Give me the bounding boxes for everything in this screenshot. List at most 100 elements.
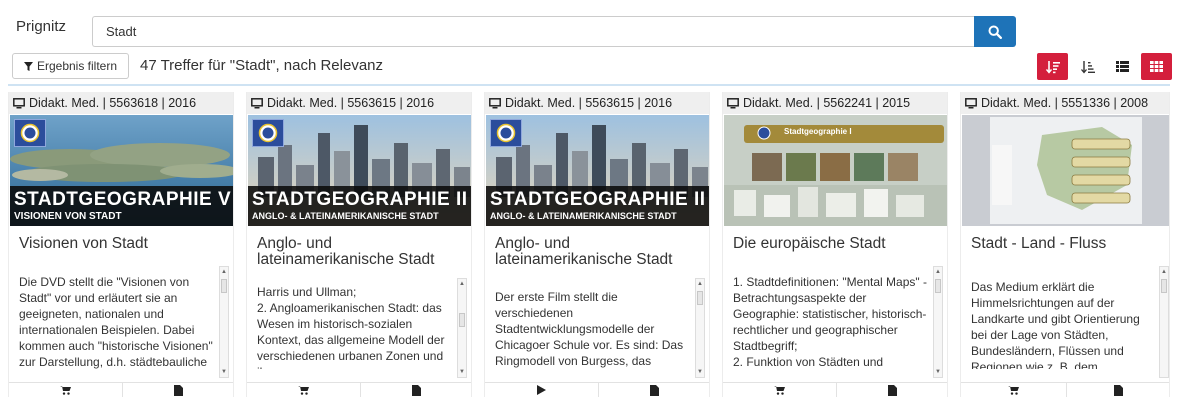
description-scrollbar[interactable]: ▲ ▼ (457, 278, 467, 378)
card-description: Das Medium erklärt die Himmelsrichtungen… (971, 280, 1140, 369)
filter-results-button[interactable]: Ergebnis filtern (12, 53, 129, 79)
card-meta-text: Didakt. Med. | 5563615 | 2016 (267, 96, 435, 110)
card-title[interactable]: Anglo- und lateinamerikanische Stadt (257, 236, 462, 268)
search-button[interactable] (974, 16, 1016, 47)
result-count: 47 Treffer für "Stadt", nach Relevanz (140, 57, 384, 74)
card-description: 1. Stadtdefinitionen: "Mental Maps" - Be… (733, 275, 927, 369)
search-bar: Prignitz Stadt (8, 10, 1170, 47)
grid-view-button[interactable] (1141, 53, 1172, 80)
description-scrollbar[interactable]: ▲ ▼ (933, 266, 943, 378)
cart-icon (59, 385, 71, 395)
details-button[interactable] (121, 383, 234, 397)
document-icon (412, 384, 422, 396)
scroll-down-icon[interactable]: ▼ (697, 369, 703, 375)
details-button[interactable] (835, 383, 948, 397)
description-scrollbar[interactable]: ▲ (1159, 266, 1169, 378)
monitor-icon (13, 97, 25, 108)
details-button[interactable] (359, 383, 472, 397)
scroll-up-icon[interactable]: ▲ (1161, 269, 1167, 275)
document-icon (888, 384, 898, 396)
cart-button[interactable] (247, 383, 360, 397)
card-meta: Didakt. Med. | 5562241 | 2015 (723, 92, 947, 114)
sort-descending-button[interactable] (1037, 53, 1068, 80)
card-title[interactable]: Anglo- und lateinamerikanische Stadt (495, 236, 700, 268)
search-icon (988, 25, 1002, 39)
monitor-icon (489, 97, 501, 108)
cover-image[interactable]: STADTGEOGRAPHIE II ANGLO- & LATEINAMERIK… (486, 115, 709, 226)
card-meta-text: Didakt. Med. | 5562241 | 2015 (743, 96, 911, 110)
scroll-up-icon[interactable]: ▲ (221, 269, 227, 275)
scroll-up-icon[interactable]: ▲ (935, 269, 941, 275)
play-button[interactable] (485, 383, 598, 397)
card-actions (961, 382, 1170, 397)
cover-title: STADTGEOGRAPHIE II (490, 189, 706, 210)
card-meta: Didakt. Med. | 5563615 | 2016 (247, 92, 471, 114)
cart-button[interactable] (723, 383, 836, 397)
cover-artwork (962, 115, 1169, 226)
card-description: Die DVD stellt die "Visionen von Stadt" … (19, 275, 213, 369)
grid-view-icon (1150, 61, 1163, 72)
card-actions (485, 382, 710, 397)
scroll-down-icon[interactable]: ▼ (459, 369, 465, 375)
list-view-icon (1116, 61, 1129, 72)
card-description: Der erste Film stellt die verschiedenen … (495, 290, 684, 368)
sort-descending-icon (1045, 60, 1060, 74)
document-icon (174, 384, 184, 396)
publisher-logo (490, 119, 522, 147)
cover-subtitle: ANGLO- & LATEINAMERIKANISCHE STADT (490, 211, 677, 221)
cover-image[interactable]: Stadtgeographie I (724, 115, 947, 226)
result-card[interactable]: Didakt. Med. | 5563618 | 2016 STADTGEOGR… (8, 92, 234, 397)
scroll-down-icon[interactable]: ▼ (935, 369, 941, 375)
result-card[interactable]: Didakt. Med. | 5551336 | 2008 Stadt - La… (960, 92, 1170, 397)
cover-title: STADTGEOGRAPHIE II (252, 189, 468, 210)
card-title[interactable]: Stadt - Land - Fluss (971, 236, 1169, 252)
result-card[interactable]: Didakt. Med. | 5562241 | 2015 Stadtgeogr… (722, 92, 948, 397)
cover-subtitle: VISIONEN VON STADT (14, 211, 122, 222)
play-icon (536, 385, 546, 395)
cart-button[interactable] (9, 383, 122, 397)
cart-icon (1007, 385, 1019, 395)
source-label: Prignitz (16, 18, 67, 35)
card-actions (723, 382, 948, 397)
card-meta: Didakt. Med. | 5563615 | 2016 (485, 92, 709, 114)
result-card[interactable]: Didakt. Med. | 5563615 | 2016 STADTGEOGR… (246, 92, 472, 397)
scroll-up-icon[interactable]: ▲ (697, 281, 703, 287)
card-actions (247, 382, 472, 397)
filter-icon (23, 61, 33, 71)
cart-icon (297, 385, 309, 395)
sort-ascending-icon (1080, 60, 1095, 74)
sort-ascending-button[interactable] (1072, 53, 1103, 80)
description-scrollbar[interactable]: ▲ ▼ (219, 266, 229, 378)
cover-banner-text: Stadtgeographie I (784, 127, 852, 136)
header-divider (8, 84, 1170, 86)
search-input[interactable]: Stadt (92, 16, 974, 47)
document-icon (1114, 384, 1124, 396)
card-meta-text: Didakt. Med. | 5551336 | 2008 (981, 96, 1149, 110)
cover-title: STADTGEOGRAPHIE V (14, 189, 232, 210)
details-button[interactable] (1065, 383, 1170, 397)
cart-button[interactable] (961, 383, 1066, 397)
document-icon (650, 384, 660, 396)
scroll-up-icon[interactable]: ▲ (459, 281, 465, 287)
view-toggle-group (1037, 53, 1173, 80)
card-meta-text: Didakt. Med. | 5563615 | 2016 (505, 96, 673, 110)
cover-image[interactable] (962, 115, 1169, 226)
card-title[interactable]: Visionen von Stadt (19, 236, 224, 252)
cover-image[interactable]: STADTGEOGRAPHIE II ANGLO- & LATEINAMERIK… (248, 115, 471, 226)
monitor-icon (251, 97, 263, 108)
publisher-logo (14, 119, 46, 147)
list-view-button[interactable] (1107, 53, 1138, 80)
card-description: Harris und Ullman; 2. Angloamerikanische… (257, 285, 445, 369)
cart-icon (773, 385, 785, 395)
details-button[interactable] (597, 383, 710, 397)
description-scrollbar[interactable]: ▲ ▼ (695, 278, 705, 378)
card-meta: Didakt. Med. | 5563618 | 2016 (9, 92, 233, 114)
scroll-down-icon[interactable]: ▼ (221, 369, 227, 375)
publisher-logo (252, 119, 284, 147)
result-card[interactable]: Didakt. Med. | 5563615 | 2016 STADTGEOGR… (484, 92, 710, 397)
card-meta: Didakt. Med. | 5551336 | 2008 (961, 92, 1169, 114)
cover-subtitle: ANGLO- & LATEINAMERIKANISCHE STADT (252, 211, 439, 221)
card-title[interactable]: Die europäische Stadt (733, 236, 938, 252)
cover-image[interactable]: STADTGEOGRAPHIE V VISIONEN VON STADT (10, 115, 233, 226)
filter-label: Ergebnis filtern (36, 59, 118, 73)
